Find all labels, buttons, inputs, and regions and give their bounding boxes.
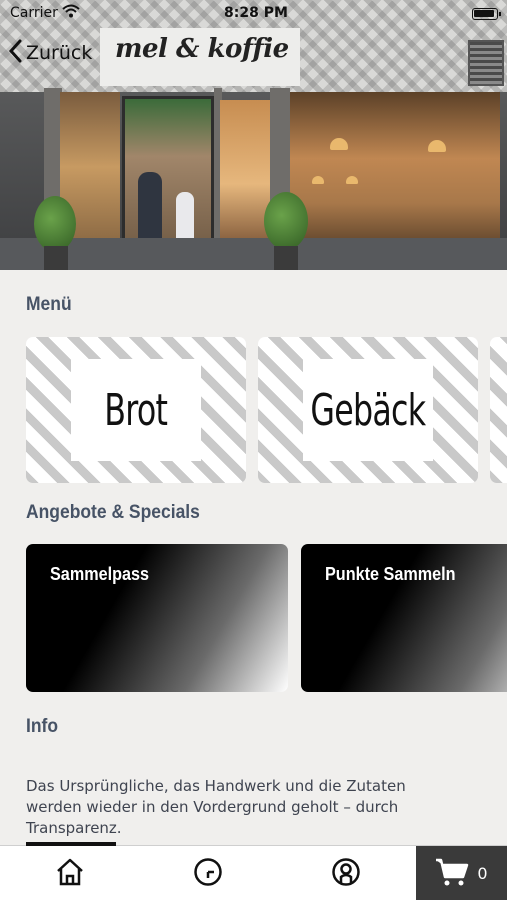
- tab-bar: 0: [0, 842, 507, 900]
- tab-profile[interactable]: [306, 846, 386, 900]
- special-card-label: Punkte Sammeln: [325, 564, 456, 584]
- clock-icon: [193, 857, 223, 891]
- pendant-lamp: [312, 176, 324, 184]
- home-icon: [55, 857, 85, 891]
- chevron-left-icon: [8, 39, 22, 68]
- shop-sign-text: mel & koffie: [115, 34, 289, 64]
- special-card-sammelpass[interactable]: Sammelpass: [26, 544, 288, 692]
- plant: [264, 192, 308, 250]
- info-text: Das Ursprüngliche, das Handwerk und die …: [26, 777, 406, 837]
- info-section-title: Info: [26, 716, 59, 737]
- pendant-lamp: [346, 176, 358, 184]
- wifi-icon: [62, 4, 80, 22]
- tab-home[interactable]: [30, 846, 110, 900]
- user-icon: [331, 857, 361, 891]
- menu-section-title: Menü: [26, 294, 72, 315]
- cart-count-badge: 0: [477, 864, 488, 883]
- facade-base: [0, 238, 507, 270]
- plant-pot: [274, 246, 298, 270]
- plant: [34, 196, 76, 252]
- special-card-punkte-sammeln[interactable]: Punkte Sammeln: [301, 544, 507, 692]
- carrier-label: Carrier: [10, 5, 58, 21]
- status-time: 8:28 PM: [224, 5, 288, 21]
- specials-carousel[interactable]: Sammelpass Punkte Sammeln: [26, 544, 507, 692]
- tab-history[interactable]: [168, 846, 248, 900]
- menu-card-label: Gebäck: [310, 384, 426, 436]
- tab-cart[interactable]: 0: [416, 846, 507, 900]
- vent-grille: [468, 40, 504, 86]
- battery-icon: [472, 8, 501, 20]
- pendant-lamp: [330, 138, 348, 150]
- specials-section-title: Angebote & Specials: [26, 502, 200, 523]
- cart-icon: [435, 857, 469, 891]
- shop-window: [220, 100, 270, 240]
- hero-image: mel & koffie Carrier 8:28 PM Zurück: [0, 0, 507, 270]
- menu-card-label: Brot: [104, 384, 168, 436]
- back-label: Zurück: [26, 42, 93, 64]
- special-card-label: Sammelpass: [50, 564, 150, 584]
- pendant-lamp: [428, 140, 446, 152]
- status-bar: Carrier 8:28 PM: [0, 0, 507, 26]
- menu-card-partial[interactable]: [490, 337, 507, 483]
- shop-window: [290, 92, 500, 240]
- menu-carousel[interactable]: Brot Gebäck: [26, 337, 507, 483]
- menu-card-brot[interactable]: Brot: [26, 337, 246, 483]
- back-button[interactable]: Zurück: [8, 38, 92, 68]
- plant-pot: [44, 246, 68, 270]
- menu-card-geback[interactable]: Gebäck: [258, 337, 478, 483]
